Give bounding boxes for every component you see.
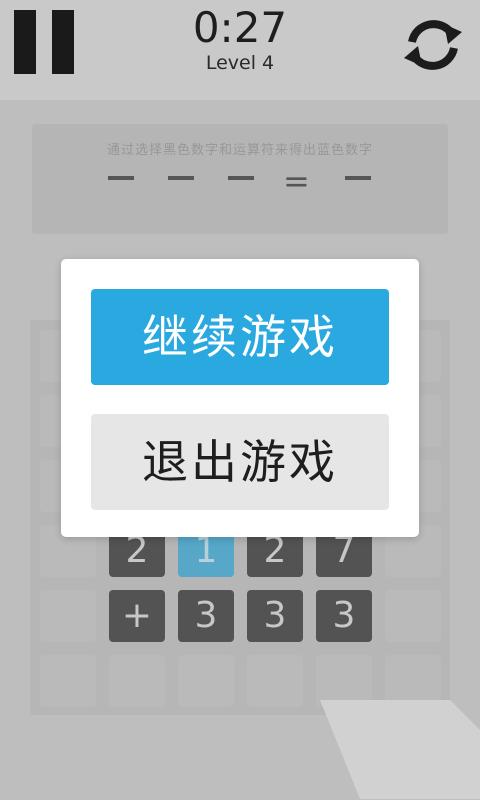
continue-game-button[interactable]: 继续游戏 xyxy=(91,289,389,385)
pause-dialog: 继续游戏 退出游戏 xyxy=(61,259,419,537)
top-bar: 0:27 Level 4 xyxy=(0,0,480,100)
empty-cell xyxy=(40,590,96,642)
empty-cell xyxy=(178,655,234,707)
refresh-button[interactable] xyxy=(400,14,466,76)
number-tile[interactable]: 3 xyxy=(178,590,234,642)
board-corner-decoration xyxy=(320,700,480,799)
answer-slot xyxy=(108,176,134,180)
pause-icon xyxy=(14,10,36,74)
result-slot xyxy=(345,176,371,180)
equals-sign: = xyxy=(283,162,310,200)
empty-cell xyxy=(385,590,441,642)
pause-icon-bar xyxy=(52,10,74,74)
answer-slot xyxy=(168,176,194,180)
empty-cell xyxy=(40,655,96,707)
instruction-text: 通过选择黑色数字和运算符来得出蓝色数字 xyxy=(106,143,373,158)
level-label: Level 4 xyxy=(205,52,275,74)
empty-cell xyxy=(109,655,165,707)
pause-button[interactable] xyxy=(14,10,76,74)
operator-tile[interactable]: + xyxy=(109,590,165,642)
answer-slot xyxy=(228,176,254,180)
number-tile[interactable]: 3 xyxy=(316,590,372,642)
exit-game-button[interactable]: 退出游戏 xyxy=(91,414,389,510)
empty-cell xyxy=(247,655,303,707)
number-tile[interactable]: 3 xyxy=(247,590,303,642)
refresh-icon xyxy=(404,20,462,70)
timer: 0:27 xyxy=(192,3,288,52)
